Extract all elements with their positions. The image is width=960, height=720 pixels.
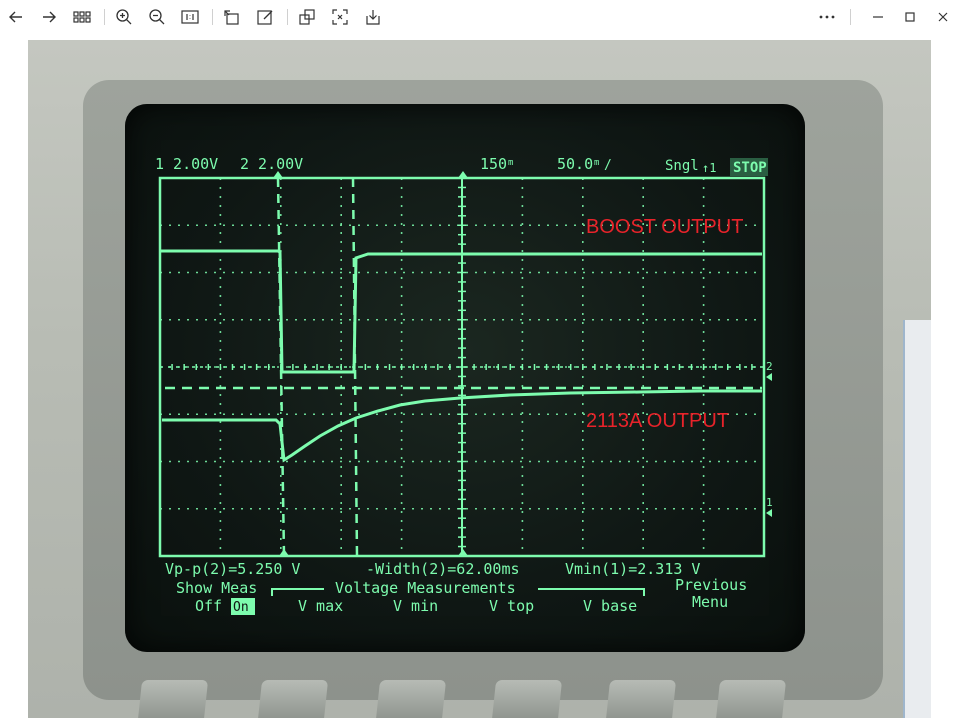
ch2-scale: 2 2.00V — [240, 155, 303, 173]
delay-unit: m — [508, 158, 513, 168]
softkey-vmin: V min — [393, 597, 438, 615]
softkey-vtop: V top — [489, 597, 534, 615]
trigger-source: ↑1 — [702, 161, 716, 175]
ch1-marker: 1 — [766, 496, 773, 509]
ch2-marker: 2 — [766, 360, 773, 373]
measurement-vpp: Vp-p(2)=5.250 V — [165, 560, 300, 578]
ch2-ground-icon — [766, 373, 772, 381]
measurement-width: -Width(2)=62.00ms — [366, 560, 520, 578]
ch1-scale: 1 2.00V — [155, 155, 218, 173]
ldo-output-label: 2113A OUTPUT — [586, 410, 729, 432]
scope-display: 1 2.00V 2 2.00V 150 m 50.0 m / Sngl ↑1 S… — [155, 155, 773, 615]
trigger-mode: Sngl — [665, 158, 699, 174]
group-bracket-right — [538, 588, 645, 596]
ch1-ground-icon — [766, 509, 772, 517]
softkey-vmax: V max — [298, 597, 343, 615]
run-state: STOP — [733, 160, 767, 176]
delay-value: 150 — [480, 155, 507, 173]
softkey-menu: Menu — [692, 593, 728, 611]
group-bracket-left — [271, 588, 324, 596]
softkey-on: On — [233, 600, 249, 615]
trigger-marker-bottom — [279, 549, 289, 556]
softkey-group-title: Voltage Measurements — [335, 579, 516, 597]
timebase-suffix: / — [604, 158, 612, 173]
timebase-unit: m — [594, 158, 599, 168]
softkey-off: Off — [195, 597, 222, 615]
delay-marker-bottom — [458, 549, 468, 556]
boost-output-label: BOOST OUTPUT — [586, 216, 743, 238]
timebase-value: 50.0 — [557, 155, 593, 173]
delay-marker — [458, 171, 468, 178]
softkey-show-meas: Show Meas — [176, 579, 257, 597]
softkey-previous: Previous — [675, 576, 747, 594]
softkey-vbase: V base — [583, 597, 637, 615]
